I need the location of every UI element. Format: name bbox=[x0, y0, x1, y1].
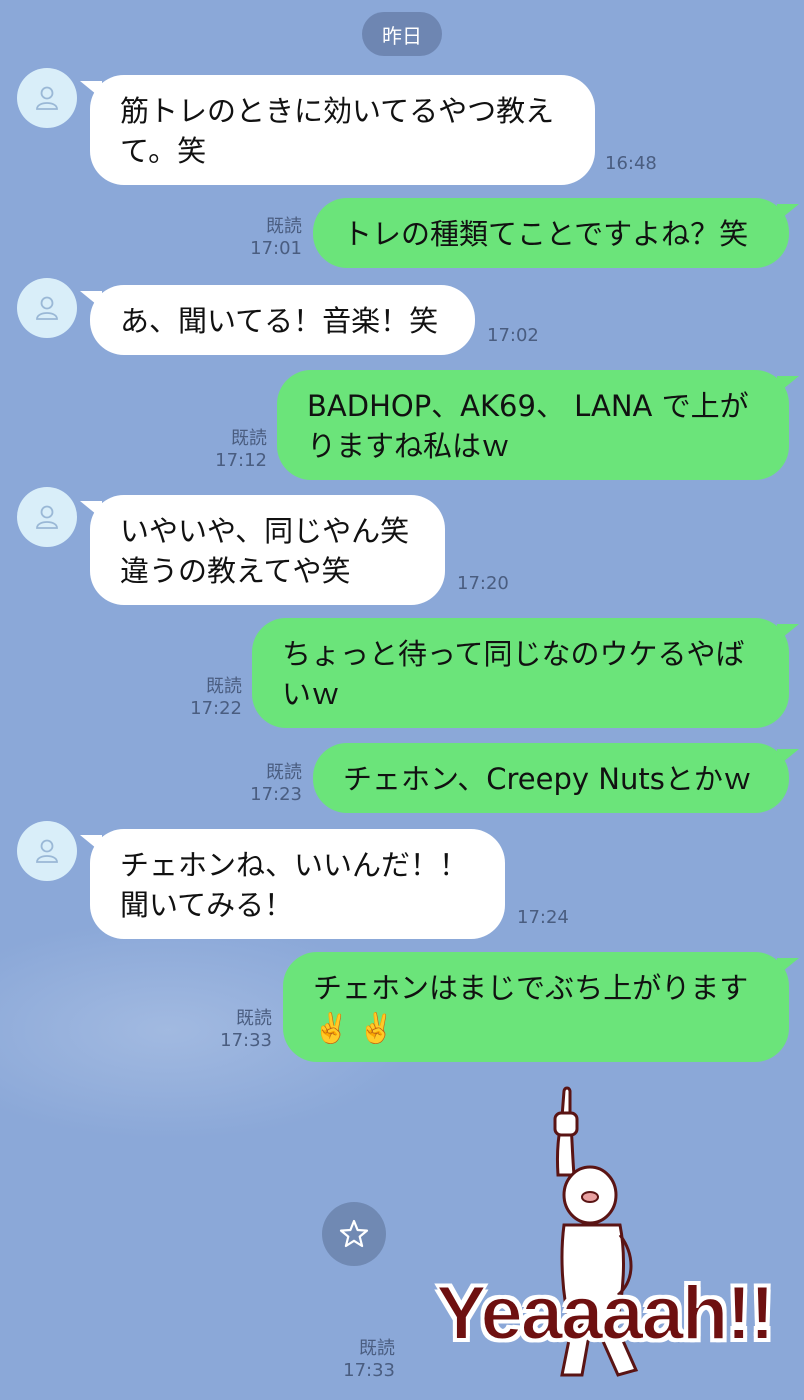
message-meta: 17:24 bbox=[517, 907, 569, 929]
read-receipt: 既読 bbox=[266, 762, 302, 783]
message-line: 筋トレのときに効いてるやつ教え bbox=[120, 94, 555, 128]
message-line: ✌️ ✌️ bbox=[313, 1011, 395, 1045]
message-time: 17:20 bbox=[457, 573, 509, 594]
message-line: トレの種類てことですよね？笑 bbox=[343, 217, 749, 251]
message-bubble-outgoing[interactable]: BADHOP、AK69、 LANA で上が りますね私はｗ bbox=[277, 370, 799, 480]
message-time: 17:23 bbox=[250, 784, 302, 805]
message-bubble-outgoing[interactable]: チェホン、Creepy Nutsとかｗ bbox=[313, 743, 799, 813]
sender-avatar[interactable] bbox=[17, 68, 77, 128]
message-time: 17:22 bbox=[190, 698, 242, 719]
message-line: チェホン、Creepy Nutsとかｗ bbox=[343, 762, 752, 796]
sender-avatar[interactable] bbox=[17, 821, 77, 881]
message-meta: 17:02 bbox=[487, 325, 539, 347]
message-meta: 既読 17:33 bbox=[320, 1338, 395, 1382]
person-icon bbox=[36, 86, 58, 110]
message-line: いやいや、同じやん笑 bbox=[120, 514, 410, 548]
message-time: 17:33 bbox=[343, 1360, 395, 1381]
message-meta: 既読 17:12 bbox=[205, 428, 267, 472]
message-line: チェホンはまじでぶち上がります bbox=[313, 971, 749, 1005]
message-bubble-outgoing[interactable]: チェホンはまじでぶち上がります ✌️ ✌️ bbox=[283, 952, 799, 1062]
message-meta: 16:48 bbox=[605, 153, 657, 175]
message-bubble-incoming[interactable]: チェホンね、いいんだ！！ 聞いてみる！ bbox=[80, 829, 505, 939]
sticker-caption: Yeaaaah!! bbox=[435, 1270, 776, 1357]
message-bubble-incoming[interactable]: 筋トレのときに効いてるやつ教え て。笑 bbox=[80, 75, 595, 185]
message-line: BADHOP、AK69、 LANA で上が bbox=[307, 389, 749, 423]
message-meta: 既読 17:23 bbox=[240, 762, 302, 806]
message-bubble-incoming[interactable]: いやいや、同じやん笑 違うの教えてや笑 bbox=[80, 495, 445, 605]
sender-avatar[interactable] bbox=[17, 278, 77, 338]
star-icon bbox=[339, 1219, 369, 1248]
read-receipt: 既読 bbox=[236, 1008, 272, 1029]
message-line: て。笑 bbox=[120, 134, 207, 168]
read-receipt: 既読 bbox=[206, 676, 242, 697]
message-time: 17:33 bbox=[220, 1030, 272, 1051]
person-icon bbox=[36, 296, 58, 320]
message-line: いｗ bbox=[282, 677, 341, 711]
message-meta: 既読 17:33 bbox=[210, 1008, 272, 1052]
message-line: あ、聞いてる！音楽！笑 bbox=[120, 304, 439, 338]
message-line: りますね私はｗ bbox=[307, 429, 511, 463]
message-meta: 既読 17:01 bbox=[240, 216, 302, 260]
sender-avatar[interactable] bbox=[17, 487, 77, 547]
message-line: 聞いてみる！ bbox=[120, 888, 294, 922]
message-time: 17:24 bbox=[517, 907, 569, 928]
message-line: チェホンね、いいんだ！！ bbox=[120, 848, 469, 882]
message-line: 違うの教えてや笑 bbox=[120, 554, 351, 588]
message-meta: 既読 17:22 bbox=[180, 676, 242, 720]
favorite-button[interactable] bbox=[322, 1202, 386, 1266]
message-time: 16:48 bbox=[605, 153, 657, 174]
message-line: ちょっと待って同じなのウケるやば bbox=[282, 637, 745, 671]
message-bubble-incoming[interactable]: あ、聞いてる！音楽！笑 bbox=[80, 285, 475, 355]
read-receipt: 既読 bbox=[231, 428, 267, 449]
message-time: 17:12 bbox=[215, 450, 267, 471]
read-receipt: 既読 bbox=[359, 1338, 395, 1359]
person-icon bbox=[36, 505, 58, 529]
person-icon bbox=[36, 839, 58, 863]
date-separator: 昨日 bbox=[362, 12, 442, 56]
message-time: 17:01 bbox=[250, 238, 302, 259]
message-time: 17:02 bbox=[487, 325, 539, 346]
message-bubble-outgoing[interactable]: ちょっと待って同じなのウケるやば いｗ bbox=[252, 618, 799, 728]
read-receipt: 既読 bbox=[266, 216, 302, 237]
message-bubble-outgoing[interactable]: トレの種類てことですよね？笑 bbox=[313, 198, 799, 268]
message-meta: 17:20 bbox=[457, 573, 509, 595]
